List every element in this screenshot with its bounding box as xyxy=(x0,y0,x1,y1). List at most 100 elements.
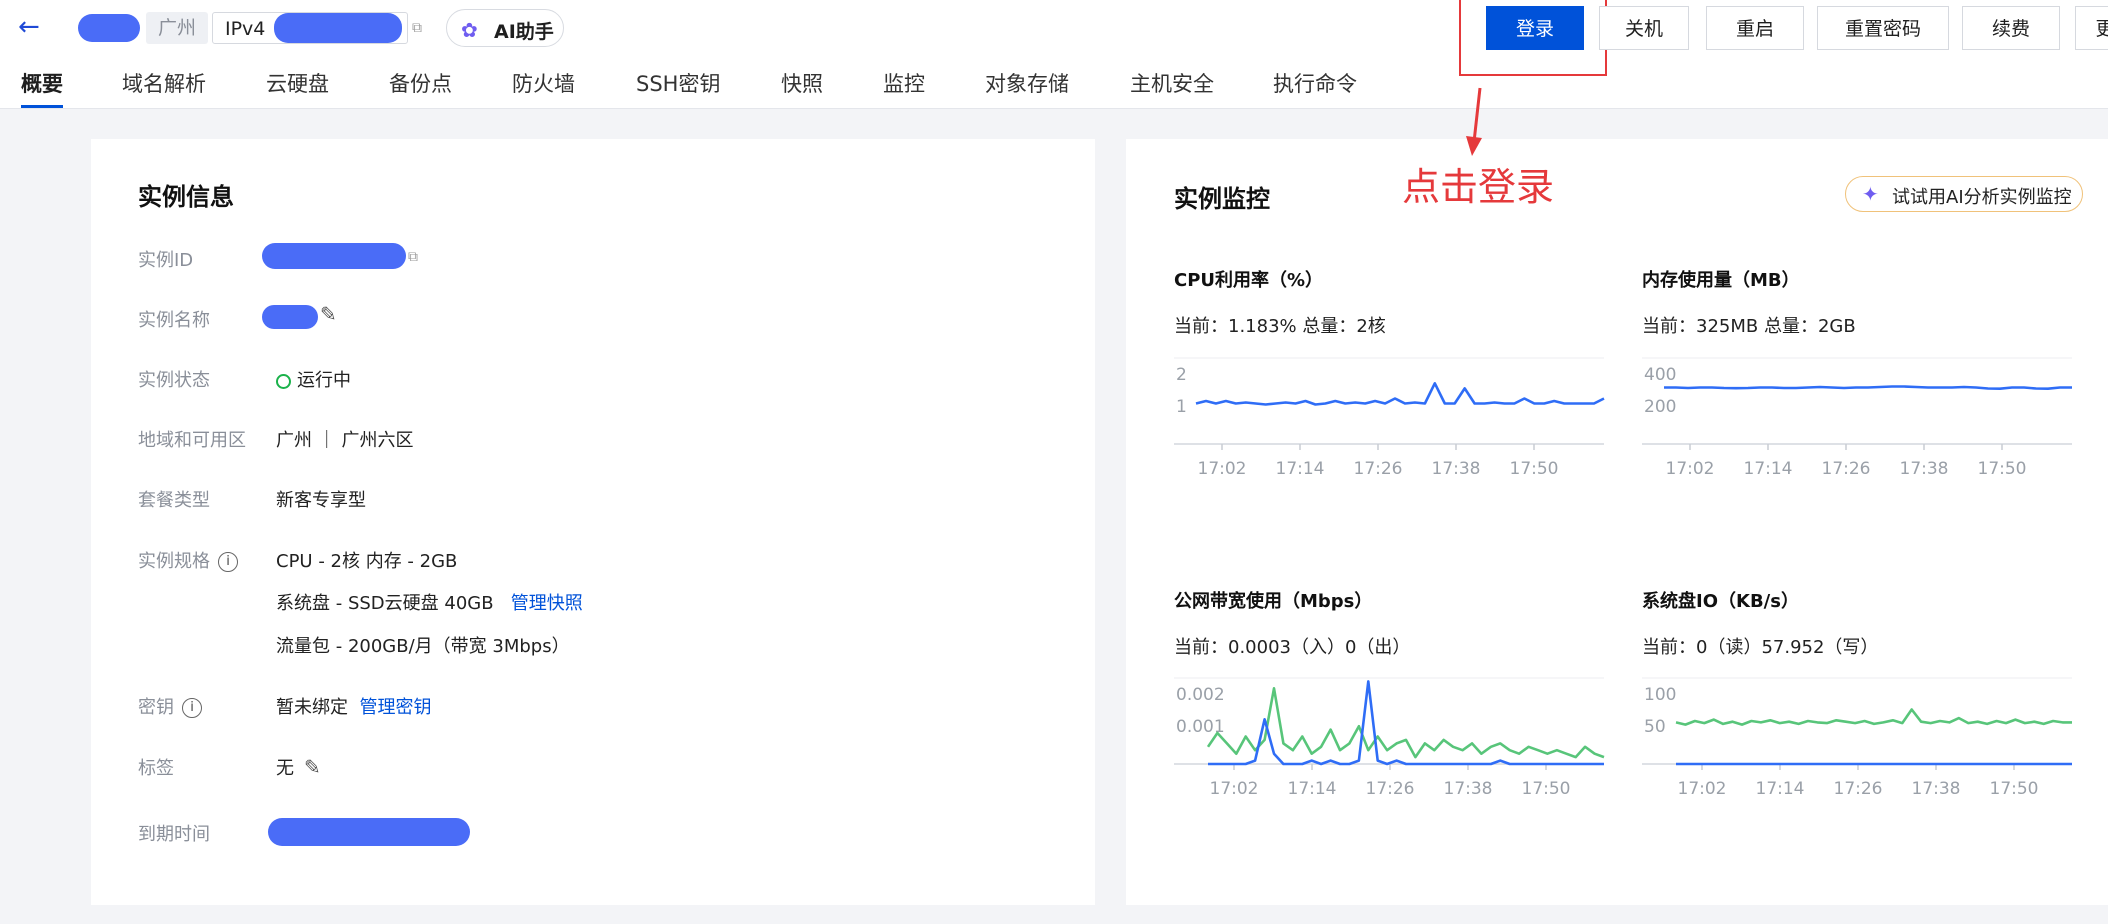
chart-series-line xyxy=(1664,385,2072,391)
disk-io-chart: 100 50 17:02 17:14 17:26 17:38 17:50 xyxy=(1642,677,2072,799)
chart-x-tick-label: 17:50 xyxy=(1522,779,1571,799)
tab-host-security[interactable]: 主机安全 xyxy=(1130,68,1214,98)
annotation-text: 点击登录 xyxy=(1402,165,1555,209)
chart-y-tick-label: 100 xyxy=(1644,685,1676,705)
more-button[interactable]: 更 xyxy=(2075,6,2108,50)
redacted-ip-address xyxy=(274,13,402,43)
tab-dns[interactable]: 域名解析 xyxy=(122,68,206,98)
chart-x-tick-label: 17:26 xyxy=(1366,779,1415,799)
info-icon[interactable]: i xyxy=(218,552,238,572)
key-label-wrap: 密钥 i xyxy=(138,693,202,719)
tag-label: 标签 xyxy=(138,758,174,779)
chart-y-tick-label: 400 xyxy=(1644,365,1676,385)
disk-io-chart-current: 当前：0（读）57.952（写） xyxy=(1642,637,1879,658)
tab-backup[interactable]: 备份点 xyxy=(389,68,452,98)
region-tag: 广州 xyxy=(146,12,209,44)
running-status-icon xyxy=(276,373,291,389)
chart-x-tick-label: 17:02 xyxy=(1678,779,1727,799)
copy-id-icon[interactable]: ⧉ xyxy=(408,249,418,265)
chart-x-tick-label: 17:50 xyxy=(1990,779,2039,799)
key-label: 密钥 xyxy=(138,697,174,718)
spec-traffic: 流量包 - 200GB/月（带宽 3Mbps） xyxy=(276,636,570,657)
active-tab-indicator xyxy=(21,105,63,108)
chart-series-line xyxy=(1675,708,2072,726)
chart-x-tick-label: 17:02 xyxy=(1198,459,1247,479)
login-button[interactable]: 登录 xyxy=(1486,6,1584,50)
spec-disk-row: 系统盘 - SSD云硬盘 40GB 管理快照 xyxy=(276,589,583,615)
chart-y-tick-label: 200 xyxy=(1644,397,1676,417)
ai-analyze-button[interactable]: ✦ 试试用AI分析实例监控 xyxy=(1845,176,2083,212)
instance-name-label: 实例名称 xyxy=(138,310,210,331)
memory-chart-current: 当前：325MB 总量：2GB xyxy=(1642,316,1856,337)
region-label: 地域和可用区 xyxy=(138,430,246,451)
ai-assistant-button[interactable]: ✿ AI助手 xyxy=(446,9,564,47)
chart-y-tick-label: 2 xyxy=(1176,365,1187,385)
restart-button[interactable]: 重启 xyxy=(1706,6,1804,50)
chart-x-tick-label: 17:38 xyxy=(1900,459,1949,479)
chart-y-tick-label: 50 xyxy=(1644,717,1666,737)
redacted-expire-date xyxy=(268,818,470,846)
manage-key-link[interactable]: 管理密钥 xyxy=(359,697,431,718)
info-icon[interactable]: i xyxy=(182,698,202,718)
arrow-left-icon[interactable]: ← xyxy=(18,12,48,42)
spec-disk: 系统盘 - SSD云硬盘 40GB xyxy=(276,593,494,614)
spec-label: 实例规格 xyxy=(138,551,210,572)
tab-overview[interactable]: 概要 xyxy=(21,68,63,98)
reset-password-button[interactable]: 重置密码 xyxy=(1817,6,1949,50)
disk-io-chart-title: 系统盘IO（KB/s） xyxy=(1642,591,1799,612)
tag-value: 无 xyxy=(276,758,294,779)
tab-run-command[interactable]: 执行命令 xyxy=(1273,68,1357,98)
ai-assistant-label: AI助手 xyxy=(494,21,554,43)
annotation-arrow xyxy=(1466,87,1482,156)
bandwidth-chart: 0.0020.00117:02 17:14 17:26 17:38 17:50 xyxy=(1174,677,1605,799)
instance-info-card xyxy=(91,139,1095,905)
top-bar: ← 广州 IPv4 ⧉ ✿ AI助手 登录 关机 重启 重置密码 续费 更 概要… xyxy=(0,0,2108,109)
key-row: 暂未绑定 管理密钥 xyxy=(276,693,431,719)
status-text: 运行中 xyxy=(297,370,351,391)
instance-status-label: 实例状态 xyxy=(138,370,210,391)
manage-snapshot-link[interactable]: 管理快照 xyxy=(511,593,583,614)
bandwidth-chart-current: 当前：0.0003（入）0（出） xyxy=(1174,637,1411,658)
redacted-instance-name-value xyxy=(262,305,318,329)
chart-x-tick-label: 17:50 xyxy=(1978,459,2027,479)
instance-id-label: 实例ID xyxy=(138,250,194,271)
spec-cpu: CPU - 2核 内存 - 2GB xyxy=(276,551,458,572)
region-value: 广州 ｜ 广州六区 xyxy=(276,430,414,451)
chart-x-tick-label: 17:38 xyxy=(1912,779,1961,799)
instance-status-value: 运行中 xyxy=(276,366,351,392)
memory-chart-title: 内存使用量（MB） xyxy=(1642,270,1800,291)
edit-tag-icon[interactable]: ✎ xyxy=(304,755,321,779)
chart-x-tick-label: 17:50 xyxy=(1510,459,1559,479)
tab-snapshot[interactable]: 快照 xyxy=(781,68,823,98)
cpu-chart: 2 1 17:02 17:14 17:26 17:38 17:50 xyxy=(1174,357,1605,479)
ip-tag-label: IPv4 xyxy=(225,18,266,40)
instance-info-title: 实例信息 xyxy=(138,183,234,211)
chart-x-tick-label: 17:02 xyxy=(1666,459,1715,479)
shutdown-button[interactable]: 关机 xyxy=(1599,6,1689,50)
bandwidth-chart-title: 公网带宽使用（Mbps） xyxy=(1174,591,1373,612)
package-label: 套餐类型 xyxy=(138,490,210,511)
chart-x-tick-label: 17:14 xyxy=(1288,779,1337,799)
tab-monitor[interactable]: 监控 xyxy=(883,68,925,98)
tab-ssh-key[interactable]: SSH密钥 xyxy=(636,68,720,98)
cpu-chart-title: CPU利用率（%） xyxy=(1174,270,1324,291)
tab-firewall[interactable]: 防火墙 xyxy=(512,68,575,98)
renew-button[interactable]: 续费 xyxy=(1962,6,2060,50)
copy-icon[interactable]: ⧉ xyxy=(412,20,422,36)
tab-object-storage[interactable]: 对象存储 xyxy=(985,68,1069,98)
chart-x-tick-label: 17:26 xyxy=(1354,459,1403,479)
chart-y-tick-label: 0.002 xyxy=(1176,685,1225,705)
sparkle-icon: ✦ xyxy=(1862,182,1879,206)
chart-series-line xyxy=(1206,686,1605,759)
memory-chart: 400 200 17:02 17:14 17:26 17:38 17:50 xyxy=(1642,357,2072,479)
spec-label-wrap: 实例规格 i xyxy=(138,547,238,573)
chart-x-tick-label: 17:38 xyxy=(1432,459,1481,479)
instance-monitor-title: 实例监控 xyxy=(1174,185,1270,213)
tab-cloud-disk[interactable]: 云硬盘 xyxy=(266,68,329,98)
chart-y-tick-label: 1 xyxy=(1176,397,1187,417)
edit-name-icon[interactable]: ✎ xyxy=(320,302,337,326)
chart-x-tick-label: 17:02 xyxy=(1210,779,1259,799)
expire-label: 到期时间 xyxy=(138,824,210,845)
cpu-chart-current: 当前：1.183% 总量：2核 xyxy=(1174,316,1386,337)
redacted-instance-id xyxy=(262,243,406,269)
